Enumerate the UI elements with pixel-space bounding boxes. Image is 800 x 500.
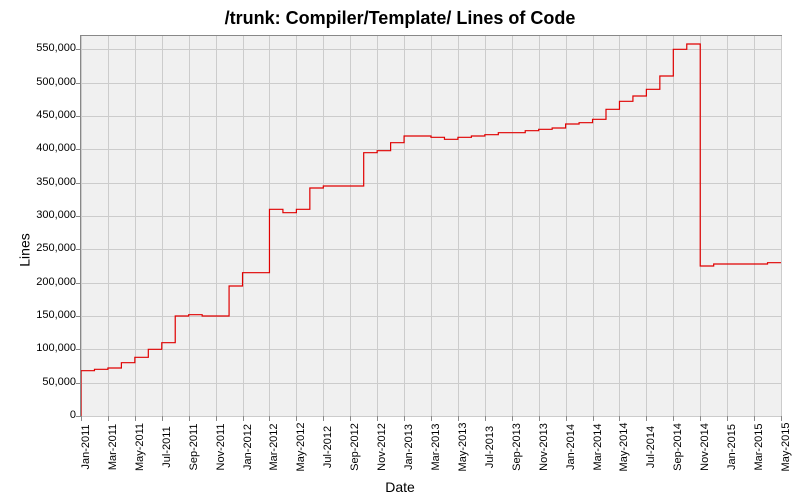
x-tick-label: Jul-2012: [322, 426, 334, 468]
x-tick-label: May-2015: [780, 423, 792, 472]
y-tick-label: 0: [70, 409, 76, 421]
plot-area: [80, 35, 782, 417]
y-tick-label: 350,000: [36, 176, 76, 188]
x-tick-label: Sep-2012: [349, 423, 361, 471]
y-tick-label: 200,000: [36, 276, 76, 288]
x-tick-label: Nov-2014: [699, 423, 711, 471]
x-tick-label: May-2014: [618, 423, 630, 472]
x-axis-label: Date: [385, 479, 415, 495]
y-tick-label: 450,000: [36, 109, 76, 121]
y-tick-label: 50,000: [42, 376, 76, 388]
x-tick-label: Nov-2011: [215, 424, 227, 471]
x-tick-label: Sep-2011: [188, 424, 200, 471]
x-tick-label: Mar-2012: [268, 423, 280, 470]
x-tick-label: May-2012: [295, 423, 307, 472]
x-tick-label: Sep-2013: [511, 423, 523, 471]
chart-title: /trunk: Compiler/Template/ Lines of Code: [0, 8, 800, 29]
x-tick-label: Mar-2015: [753, 423, 765, 470]
y-tick-label: 500,000: [36, 76, 76, 88]
y-tick-label: 400,000: [36, 142, 76, 154]
x-tick-label: Jan-2015: [726, 424, 738, 470]
y-tick-label: 150,000: [36, 309, 76, 321]
x-tick-label: Nov-2013: [538, 423, 550, 471]
x-tick-label: May-2011: [134, 423, 146, 471]
x-tick-label: Mar-2013: [430, 423, 442, 470]
y-tick-label: 100,000: [36, 342, 76, 354]
x-tick-label: Jul-2011: [161, 426, 173, 467]
x-tick-label: Sep-2014: [672, 423, 684, 471]
x-tick-label: Jan-2014: [565, 424, 577, 470]
y-axis-label: Lines: [17, 233, 33, 266]
x-tick-label: Mar-2011: [107, 424, 119, 470]
y-tick-label: 250,000: [36, 242, 76, 254]
y-tick-label: 550,000: [36, 42, 76, 54]
x-tick-label: Jan-2012: [242, 424, 254, 470]
x-tick-label: Jan-2013: [403, 424, 415, 470]
x-tick-label: Jul-2013: [484, 426, 496, 468]
chart-container: /trunk: Compiler/Template/ Lines of Code…: [0, 0, 800, 500]
x-tick-label: Jan-2011: [80, 424, 92, 469]
x-tick-label: May-2013: [457, 423, 469, 472]
x-tick-label: Mar-2014: [592, 423, 604, 470]
x-tick-label: Nov-2012: [376, 423, 388, 471]
y-tick-label: 300,000: [36, 209, 76, 221]
line-series: [81, 36, 781, 416]
x-tick-label: Jul-2014: [645, 426, 657, 468]
